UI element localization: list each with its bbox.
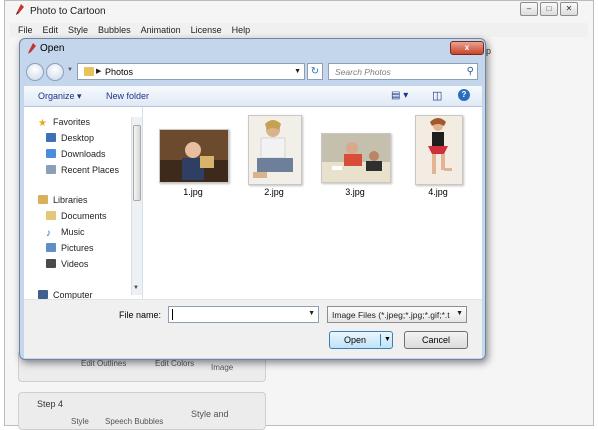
file-name-label: File name: (119, 310, 162, 320)
window-controls: – □ ✕ (520, 2, 578, 16)
desktop-icon (46, 133, 56, 142)
libraries-icon (38, 195, 48, 204)
videos-icon (46, 259, 56, 268)
style-label[interactable]: Style (71, 417, 89, 426)
computer-icon (38, 290, 48, 299)
dialog-footer: File name: ▼ Image Files (*.jpeg;*.jpg;*… (24, 299, 482, 358)
nav-documents[interactable]: Documents (46, 211, 107, 221)
file-item-4[interactable]: 4.jpg (413, 115, 463, 205)
file-type-value: Image Files (*.jpeg;*.jpg;*.gif;*.t (332, 310, 450, 320)
search-placeholder: Search Photos (335, 67, 391, 77)
image-label[interactable]: Image (211, 363, 233, 372)
maximize-button[interactable]: □ (540, 2, 558, 16)
minimize-button[interactable]: – (520, 2, 538, 16)
cancel-button[interactable]: Cancel (404, 331, 468, 349)
file-name-dropdown-icon[interactable]: ▼ (308, 310, 315, 317)
address-dropdown-icon[interactable]: ▼ (294, 68, 301, 75)
file-type-select[interactable]: Image Files (*.jpeg;*.jpg;*.gif;*.t ▼ (327, 306, 467, 323)
nav-downloads[interactable]: Downloads (46, 149, 106, 159)
open-button-label: Open (343, 335, 367, 345)
view-options-icon[interactable]: ▤ ▾ (391, 90, 408, 101)
close-icon: x (464, 43, 470, 52)
file-thumbnail (415, 115, 463, 185)
breadcrumb-photos[interactable]: Photos (105, 67, 133, 77)
breadcrumb-arrow-icon: ▶ (96, 68, 102, 75)
menu-bubbles[interactable]: Bubbles (98, 25, 131, 35)
file-item-2[interactable]: 2.jpg (246, 115, 302, 205)
file-thumbnail (159, 129, 229, 183)
speech-bubbles-label[interactable]: Speech Bubbles (105, 417, 163, 426)
documents-icon (46, 211, 56, 220)
open-options-chevron-icon[interactable]: ▼ (384, 332, 391, 348)
menu-help[interactable]: Help (232, 25, 251, 35)
nav-recent-places[interactable]: Recent Places (46, 165, 119, 175)
open-split-separator (380, 334, 381, 346)
nav-desktop[interactable]: Desktop (46, 133, 94, 143)
menu-file[interactable]: File (18, 25, 33, 35)
open-button[interactable]: Open ▼ (329, 331, 393, 349)
search-box[interactable]: Search Photos ⚲ (328, 63, 478, 80)
music-icon: ♪ (46, 228, 51, 239)
nav-libraries[interactable]: Libraries (38, 195, 88, 205)
preview-pane-icon[interactable]: ◫ (432, 89, 442, 102)
refresh-icon: ↻ (310, 66, 320, 77)
address-bar[interactable]: ▶ Photos ▼ (77, 63, 305, 80)
file-name: 3.jpg (345, 187, 365, 197)
file-thumbnail (321, 133, 391, 183)
menu-bar: File Edit Style Bubbles Animation Licens… (10, 23, 588, 37)
file-type-dropdown-icon[interactable]: ▼ (456, 310, 463, 317)
menu-style[interactable]: Style (68, 25, 88, 35)
file-name-input[interactable]: ▼ (168, 306, 319, 323)
help-icon[interactable]: ? (458, 89, 470, 101)
open-dialog: Open x ▼ ▶ Photos ▼ ↻ Search Photos ⚲ Or… (19, 38, 486, 360)
dialog-toolbar: Organize ▾ New folder ▤ ▾ ◫ ? (24, 86, 482, 107)
dialog-close-button[interactable]: x (450, 41, 484, 55)
menu-license[interactable]: License (191, 25, 222, 35)
step-4-label: Step 4 (37, 399, 64, 409)
file-name: 1.jpg (183, 187, 203, 197)
main-title-bar: Photo to Cartoon – □ ✕ (6, 0, 586, 22)
search-icon[interactable]: ⚲ (467, 66, 474, 77)
edit-colors-label[interactable]: Edit Colors (155, 359, 194, 368)
nav-music[interactable]: ♪ Music (46, 227, 85, 239)
dialog-pen-icon (28, 43, 36, 54)
nav-scrollbar[interactable]: ▼ (131, 117, 142, 295)
dialog-title: Open (40, 43, 65, 54)
folder-icon (84, 67, 94, 76)
app-pen-icon (16, 4, 24, 15)
new-folder-button[interactable]: New folder (106, 91, 149, 101)
style-and-label[interactable]: Style and (191, 409, 229, 419)
scroll-down-icon[interactable]: ▼ (133, 285, 139, 291)
refresh-button[interactable]: ↻ (307, 63, 323, 80)
recent-locations-chevron-icon[interactable]: ▼ (67, 67, 73, 73)
file-name: 4.jpg (428, 187, 448, 197)
menu-animation[interactable]: Animation (141, 25, 181, 35)
nav-videos[interactable]: Videos (46, 259, 88, 269)
recent-places-icon (46, 165, 56, 174)
file-name: 2.jpg (264, 187, 284, 197)
menu-edit[interactable]: Edit (43, 25, 59, 35)
file-item-1[interactable]: 1.jpg (157, 129, 229, 205)
back-button[interactable] (26, 63, 44, 81)
nav-pictures[interactable]: Pictures (46, 243, 94, 253)
pictures-icon (46, 243, 56, 252)
dialog-body: ★ Favorites Desktop Downloads Recent Plac… (24, 107, 482, 300)
forward-button[interactable] (46, 63, 64, 81)
file-item-3[interactable]: 3.jpg (319, 133, 391, 205)
close-window-button[interactable]: ✕ (560, 2, 578, 16)
nav-favorites[interactable]: ★ Favorites (38, 117, 90, 129)
navigation-pane: ★ Favorites Desktop Downloads Recent Plac… (24, 107, 143, 300)
edit-outlines-label[interactable]: Edit Outlines (81, 359, 126, 368)
app-title: Photo to Cartoon (30, 6, 106, 17)
nav-scrollbar-thumb[interactable] (133, 125, 141, 201)
text-caret (172, 309, 173, 320)
file-thumbnail (248, 115, 302, 185)
star-icon: ★ (38, 118, 47, 129)
downloads-icon (46, 149, 56, 158)
step-4-panel: Step 4 Style Speech Bubbles Style and (18, 392, 266, 430)
organize-button[interactable]: Organize ▾ (38, 91, 82, 102)
